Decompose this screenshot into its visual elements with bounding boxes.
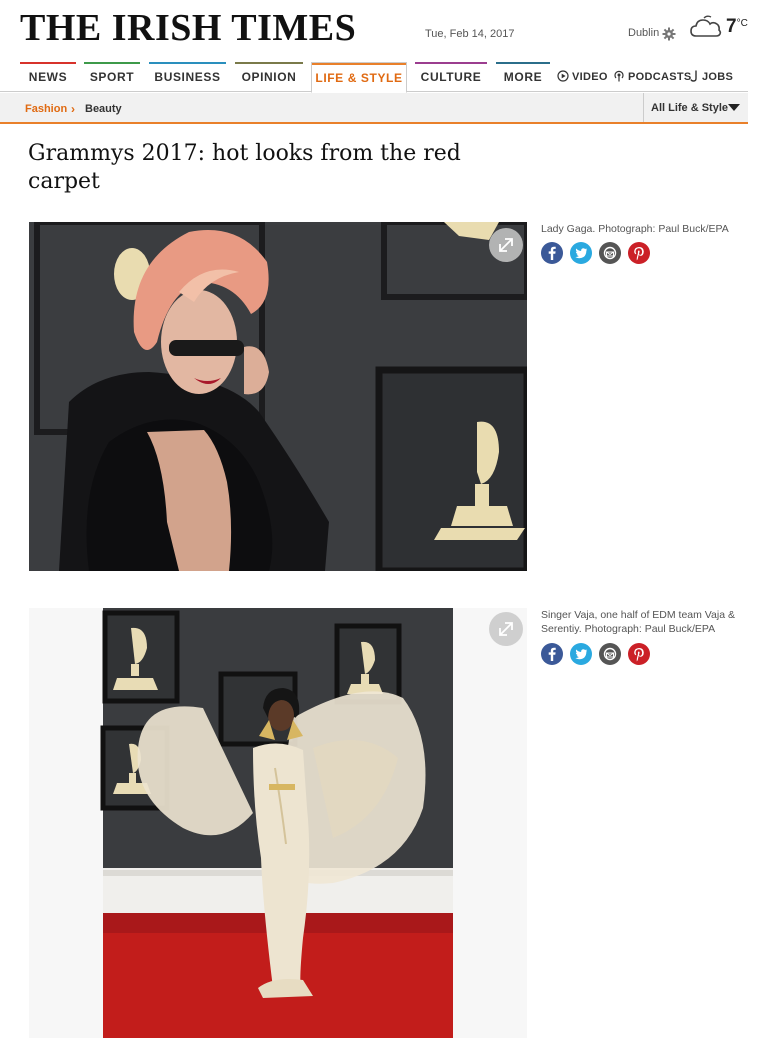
nav-culture[interactable]: CULTURE xyxy=(415,62,487,92)
email-icon xyxy=(603,647,617,661)
twitter-icon xyxy=(575,248,587,259)
podcast-icon xyxy=(614,70,624,82)
masthead: THE IRISH TIMES Tue, Feb 14, 2017 Dublin… xyxy=(0,0,768,60)
expand-icon xyxy=(499,622,513,636)
nav-news[interactable]: NEWS xyxy=(20,62,76,92)
nav-video[interactable]: VIDEO xyxy=(557,62,608,92)
sub-nav: Fashion › Beauty All Life & Style xyxy=(0,93,748,124)
expand-button[interactable] xyxy=(489,612,523,646)
breadcrumb-fashion[interactable]: Fashion xyxy=(25,103,67,115)
current-date: Tue, Feb 14, 2017 xyxy=(425,28,515,40)
twitter-share-button[interactable] xyxy=(570,242,592,264)
pinterest-icon xyxy=(634,247,644,261)
temperature: 7°C xyxy=(726,16,748,38)
photo-caption: Lady Gaga. Photograph: Paul Buck/EPA xyxy=(541,223,729,235)
gallery-photo-lady-gaga[interactable] xyxy=(29,222,527,571)
email-share-button[interactable] xyxy=(599,242,621,264)
email-icon xyxy=(603,246,617,260)
nav-life-style[interactable]: LIFE & STYLE xyxy=(311,62,407,93)
play-circle-icon xyxy=(557,70,569,82)
email-share-button[interactable] xyxy=(599,643,621,665)
cloud-icon xyxy=(690,15,722,37)
share-buttons xyxy=(541,242,656,264)
caret-down-icon xyxy=(728,104,740,111)
breadcrumb-separator: › xyxy=(71,102,75,116)
gallery-photo-vaja[interactable] xyxy=(29,608,527,1038)
nav-podcasts-label: PODCASTS xyxy=(628,71,692,83)
main-nav: NEWS SPORT BUSINESS OPINION LIFE & STYLE… xyxy=(0,62,748,93)
nav-business[interactable]: BUSINESS xyxy=(149,62,226,92)
twitter-icon xyxy=(575,649,587,660)
photo-vaja xyxy=(29,608,527,1038)
facebook-icon xyxy=(548,246,556,260)
nav-more[interactable]: MORE xyxy=(496,62,550,92)
breadcrumb-beauty[interactable]: Beauty xyxy=(85,103,122,115)
facebook-icon xyxy=(548,647,556,661)
weather-city[interactable]: Dublin xyxy=(628,27,659,39)
all-life-style-dropdown[interactable]: All Life & Style xyxy=(643,93,748,122)
nav-jobs-label: JOBS xyxy=(702,71,734,83)
expand-button[interactable] xyxy=(489,228,523,262)
gear-icon[interactable] xyxy=(662,27,676,41)
site-logo[interactable]: THE IRISH TIMES xyxy=(20,6,356,50)
photo-caption: Singer Vaja, one half of EDM team Vaja &… xyxy=(541,609,735,635)
nav-jobs[interactable]: JOBS xyxy=(690,62,733,92)
share-buttons xyxy=(541,643,656,665)
nav-sport[interactable]: SPORT xyxy=(84,62,140,92)
twitter-share-button[interactable] xyxy=(570,643,592,665)
expand-icon xyxy=(499,238,513,252)
pinterest-share-button[interactable] xyxy=(628,643,650,665)
pinterest-icon xyxy=(634,648,644,662)
all-life-style-label: All Life & Style xyxy=(651,102,729,114)
photo-lady-gaga xyxy=(29,222,527,571)
nav-opinion[interactable]: OPINION xyxy=(235,62,303,92)
nav-video-label: VIDEO xyxy=(572,71,608,83)
facebook-share-button[interactable] xyxy=(541,242,563,264)
temperature-value: 7 xyxy=(726,16,737,37)
jobs-icon xyxy=(690,70,697,82)
facebook-share-button[interactable] xyxy=(541,643,563,665)
temperature-unit: °C xyxy=(736,18,748,29)
nav-podcasts[interactable]: PODCASTS xyxy=(613,62,692,92)
article-headline: Grammys 2017: hot looks from the red car… xyxy=(28,141,461,194)
pinterest-share-button[interactable] xyxy=(628,242,650,264)
